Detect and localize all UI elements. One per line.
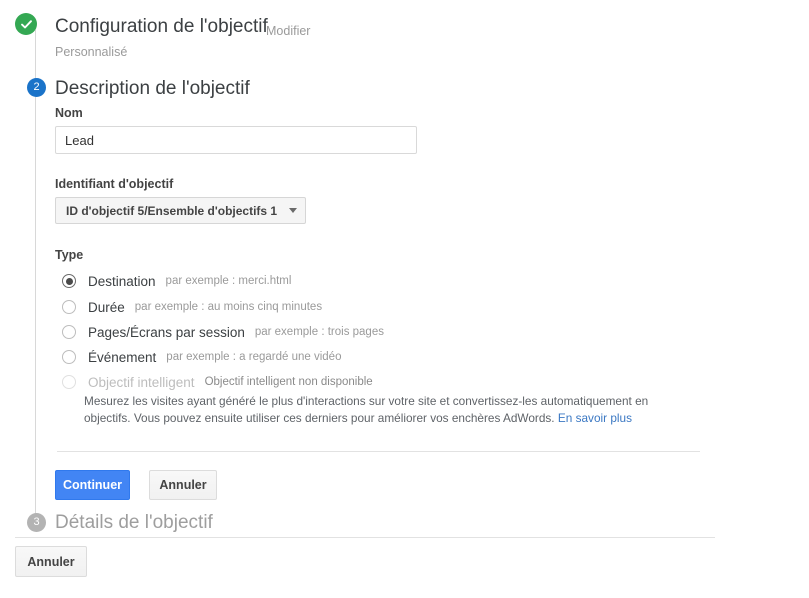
radio-objectif-intelligent-hint: Objectif intelligent non disponible — [204, 376, 373, 388]
radio-evenement-icon[interactable] — [62, 350, 76, 364]
type-field-label: Type — [55, 248, 84, 262]
radio-pages-par-session-label: Pages/Écrans par session — [88, 324, 245, 340]
step-1-marker-complete — [15, 13, 37, 35]
radio-objectif-intelligent-label: Objectif intelligent — [88, 374, 195, 390]
step-3-marker: 3 — [27, 513, 46, 532]
step-2-marker-number: 2 — [33, 81, 40, 93]
name-field-label: Nom — [55, 106, 83, 120]
radio-evenement-hint: par exemple : a regardé une vidéo — [166, 351, 342, 363]
smart-goal-description: Mesurez les visites ayant généré le plus… — [84, 393, 692, 427]
radio-option-duree[interactable]: Durée par exemple : au moins cinq minute… — [62, 298, 322, 316]
edit-goal-setup-link[interactable]: Modifier — [266, 24, 310, 38]
step-2-title: Description de l'objectif — [55, 78, 250, 99]
step-1-subtitle: Personnalisé — [55, 45, 128, 59]
radio-option-pages-par-session[interactable]: Pages/Écrans par session par exemple : t… — [62, 323, 384, 341]
cancel-step-button[interactable]: Annuler — [149, 470, 217, 500]
continue-button[interactable]: Continuer — [55, 470, 130, 500]
radio-pages-par-session-hint: par exemple : trois pages — [254, 326, 384, 338]
radio-duree-hint: par exemple : au moins cinq minutes — [134, 301, 323, 313]
smart-goal-learn-more-link[interactable]: En savoir plus — [558, 411, 632, 425]
radio-objectif-intelligent-icon — [62, 375, 76, 389]
radio-option-destination[interactable]: Destination par exemple : merci.html — [62, 272, 291, 290]
bottom-cancel-button[interactable]: Annuler — [15, 546, 87, 577]
goal-id-select[interactable]: ID d'objectif 5/Ensemble d'objectifs 1 — [55, 197, 307, 224]
goal-name-input[interactable] — [55, 126, 417, 154]
chevron-down-icon — [289, 208, 298, 213]
step-3-marker-number: 3 — [33, 516, 40, 528]
section-divider-top — [57, 451, 700, 452]
step-1-title: Configuration de l'objectif — [55, 16, 268, 37]
check-icon — [20, 19, 32, 28]
radio-destination-hint: par exemple : merci.html — [165, 275, 292, 287]
section-divider-bottom — [15, 537, 715, 538]
radio-duree-icon[interactable] — [62, 300, 76, 314]
stepper-connector-line — [35, 30, 36, 522]
radio-option-evenement[interactable]: Événement par exemple : a regardé une vi… — [62, 348, 341, 366]
radio-destination-label: Destination — [88, 273, 156, 289]
radio-option-objectif-intelligent: Objectif intelligent Objectif intelligen… — [62, 373, 373, 391]
radio-destination-icon[interactable] — [62, 274, 76, 288]
radio-duree-label: Durée — [88, 299, 125, 315]
goal-id-select-value: ID d'objectif 5/Ensemble d'objectifs 1 — [66, 203, 278, 218]
goal-setup-page: Configuration de l'objectif Modifier Per… — [0, 0, 809, 598]
step-3-title: Détails de l'objectif — [55, 512, 213, 533]
radio-evenement-label: Événement — [88, 349, 157, 365]
step-2-marker: 2 — [27, 78, 46, 97]
goal-id-field-label: Identifiant d'objectif — [55, 177, 174, 191]
radio-pages-par-session-icon[interactable] — [62, 325, 76, 339]
